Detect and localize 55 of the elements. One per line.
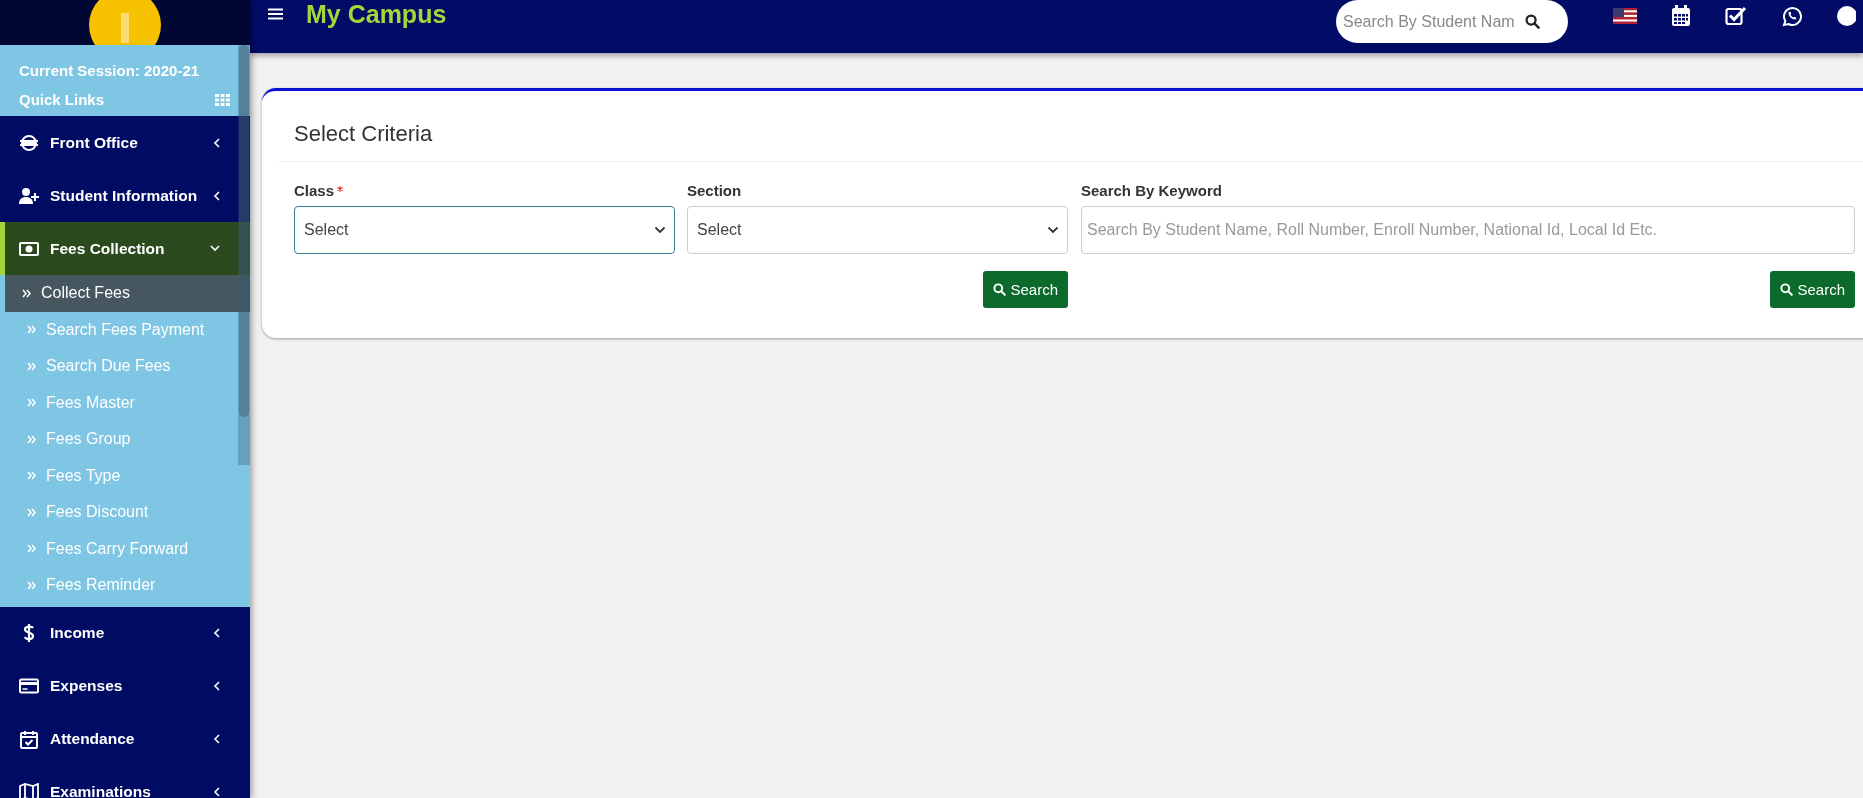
flag-icon[interactable] — [1613, 8, 1637, 24]
caret-icon — [1047, 226, 1059, 234]
chevron-down-icon — [210, 245, 220, 252]
search-button[interactable]: Search — [983, 271, 1068, 308]
current-session: Current Session: 2020-21 — [19, 61, 201, 81]
menu-item[interactable]: Student Information — [0, 169, 250, 222]
checkbox-icon[interactable] — [1725, 6, 1747, 26]
user-plus-icon — [19, 186, 39, 205]
double-chevron-icon — [22, 288, 31, 298]
menu-item[interactable]: Income — [0, 606, 250, 660]
menu-item[interactable]: Attendance — [0, 712, 250, 766]
dollar-icon — [23, 623, 35, 643]
double-chevron-icon — [27, 544, 36, 554]
double-chevron-icon — [27, 325, 36, 335]
menu-item[interactable]: Examinations — [0, 765, 250, 798]
search-icon — [993, 283, 1007, 296]
menu-item[interactable]: Expenses — [0, 659, 250, 713]
chevron-left-icon — [213, 681, 220, 691]
chevron-left-icon — [213, 787, 220, 797]
select-field[interactable]: Select — [294, 206, 675, 254]
search-icon — [1780, 283, 1794, 296]
credit-card-icon — [19, 678, 39, 694]
search-button[interactable]: Search — [1770, 271, 1855, 308]
menu-item[interactable]: Fees Collection — [0, 222, 250, 275]
calendar-check-icon — [20, 729, 38, 749]
app-title: My Campus — [306, 0, 447, 28]
map-icon — [19, 783, 39, 798]
chevron-left-icon — [213, 628, 220, 638]
scrollbar[interactable] — [238, 45, 250, 465]
menu-icon[interactable] — [268, 8, 283, 20]
search-bar[interactable]: Search By Student Nam — [1336, 0, 1568, 43]
avatar-icon[interactable] — [1836, 5, 1856, 27]
select-field[interactable]: Select — [687, 206, 1068, 254]
double-chevron-icon — [27, 471, 36, 481]
card-title: Select Criteria — [294, 120, 434, 148]
double-chevron-icon — [27, 580, 36, 590]
double-chevron-icon — [27, 434, 36, 444]
field-label: Class — [294, 182, 675, 199]
double-chevron-icon — [27, 398, 36, 408]
menu-item[interactable]: Front Office — [0, 116, 250, 169]
double-chevron-icon — [27, 507, 36, 517]
calendar-icon[interactable] — [1671, 5, 1691, 27]
student-search-field[interactable]: Search By Student Nam — [1341, 11, 1525, 32]
chevron-left-icon — [213, 734, 220, 744]
caret-icon — [654, 226, 666, 234]
field-label: Section — [687, 182, 743, 199]
field-label: Search By Keyword — [1081, 182, 1223, 199]
search-icon — [1525, 14, 1540, 29]
submenu-item[interactable]: Collect Fees — [5, 275, 250, 312]
keyword-search-field[interactable]: Search By Student Name, Roll Number, Enroll Number, National Id, Local Id Etc. — [1081, 206, 1855, 254]
money-icon — [19, 240, 39, 257]
whatsapp-icon[interactable] — [1781, 5, 1802, 27]
chevron-left-icon — [213, 137, 220, 148]
chevron-left-icon — [213, 190, 220, 201]
double-chevron-icon — [27, 361, 36, 371]
